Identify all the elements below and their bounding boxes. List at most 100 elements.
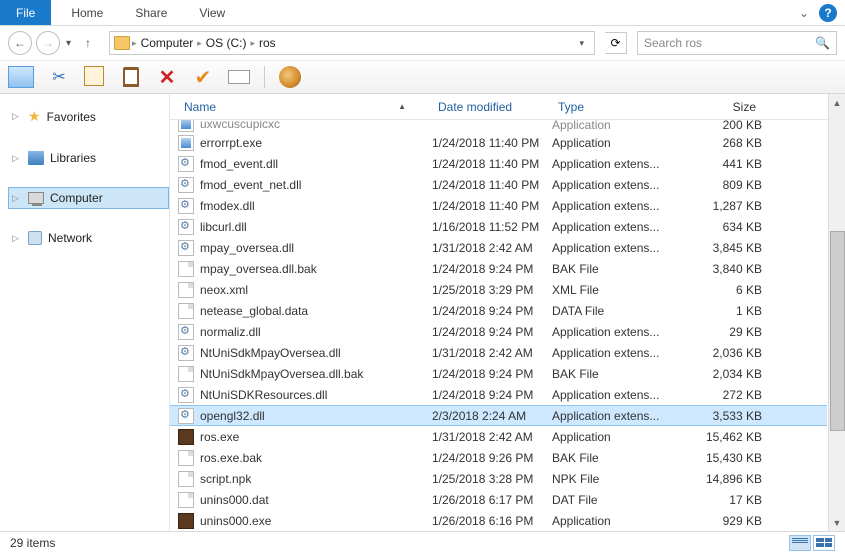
refresh-button[interactable]: ⟳ [605, 32, 627, 54]
file-date: 1/24/2018 11:40 PM [432, 178, 552, 192]
table-row[interactable]: unins000.exe 1/26/2018 6:16 PM Applicati… [170, 510, 827, 531]
table-row[interactable]: netease_global.data 1/24/2018 9:24 PM DA… [170, 300, 827, 321]
properties-button[interactable]: ✔ [192, 66, 214, 88]
file-name: opengl32.dll [200, 409, 265, 423]
img-icon [178, 513, 194, 529]
file-date: 1/24/2018 9:24 PM [432, 262, 552, 276]
history-dropdown-icon[interactable]: ▾ [64, 38, 73, 49]
file-date: 2/3/2018 2:24 AM [432, 409, 552, 423]
table-row[interactable]: uxwcuscupicxc Application 200 KB [170, 120, 827, 132]
help-icon[interactable]: ? [819, 4, 837, 22]
sort-asc-icon: ▲ [398, 102, 406, 111]
file-name: NtUniSdkMpayOversea.dll [200, 346, 341, 360]
file-size: 29 KB [672, 325, 762, 339]
expand-icon[interactable]: ▷ [12, 153, 22, 164]
back-button[interactable]: ← [8, 31, 32, 55]
table-row[interactable]: mpay_oversea.dll.bak 1/24/2018 9:24 PM B… [170, 258, 827, 279]
rename-button[interactable] [228, 70, 250, 84]
table-row[interactable]: fmod_event_net.dll 1/24/2018 11:40 PM Ap… [170, 174, 827, 195]
expand-icon[interactable]: ▷ [12, 233, 22, 244]
tab-home[interactable]: Home [55, 0, 119, 25]
table-row[interactable]: libcurl.dll 1/16/2018 11:52 PM Applicati… [170, 216, 827, 237]
col-name[interactable]: Name ▲ [178, 100, 432, 114]
address-dropdown-icon[interactable]: ▾ [579, 38, 584, 49]
tree-libraries[interactable]: ▷ Libraries [8, 147, 169, 169]
up-button[interactable]: ↑ [77, 32, 99, 54]
table-row[interactable]: normaliz.dll 1/24/2018 9:24 PM Applicati… [170, 321, 827, 342]
file-name: ros.exe [200, 430, 239, 444]
file-icon [178, 492, 194, 508]
table-row[interactable]: opengl32.dll 2/3/2018 2:24 AM Applicatio… [170, 405, 827, 426]
details-view-button[interactable] [789, 535, 811, 551]
breadcrumb-folder[interactable]: ros [257, 36, 278, 50]
file-date: 1/31/2018 2:42 AM [432, 430, 552, 444]
file-type: Application extens... [552, 325, 672, 339]
breadcrumb-computer[interactable]: Computer [139, 36, 196, 50]
table-row[interactable]: NtUniSdkMpayOversea.dll.bak 1/24/2018 9:… [170, 363, 827, 384]
table-row[interactable]: ros.exe.bak 1/24/2018 9:26 PM BAK File 1… [170, 447, 827, 468]
table-row[interactable]: script.npk 1/25/2018 3:28 PM NPK File 14… [170, 468, 827, 489]
cut-button[interactable]: ✂ [48, 66, 70, 88]
tree-favorites[interactable]: ▷ ★ Favorites [8, 104, 169, 129]
dll-icon [178, 324, 194, 340]
file-name: libcurl.dll [200, 220, 247, 234]
file-name: fmodex.dll [200, 199, 255, 213]
dll-icon [178, 156, 194, 172]
col-type[interactable]: Type [552, 100, 672, 114]
organize-button[interactable] [8, 66, 34, 88]
paste-button[interactable] [123, 67, 139, 87]
scroll-down-icon[interactable]: ▼ [829, 514, 845, 531]
table-row[interactable]: unins000.dat 1/26/2018 6:17 PM DAT File … [170, 489, 827, 510]
tree-network[interactable]: ▷ Network [8, 227, 169, 249]
file-date: 1/24/2018 9:24 PM [432, 325, 552, 339]
file-name: NtUniSDKResources.dll [200, 388, 327, 402]
tab-share[interactable]: Share [119, 0, 183, 25]
table-row[interactable]: neox.xml 1/25/2018 3:29 PM XML File 6 KB [170, 279, 827, 300]
vertical-scrollbar[interactable]: ▲ ▼ [828, 94, 845, 531]
forward-button[interactable]: → [36, 31, 60, 55]
table-row[interactable]: errorrpt.exe 1/24/2018 11:40 PM Applicat… [170, 132, 827, 153]
expand-icon[interactable]: ▷ [12, 193, 22, 204]
icons-view-button[interactable] [813, 535, 835, 551]
shell-button[interactable] [279, 66, 301, 88]
delete-button[interactable]: ✕ [156, 66, 178, 88]
expand-icon[interactable]: ▷ [12, 111, 22, 122]
scroll-up-icon[interactable]: ▲ [829, 94, 845, 111]
dll-icon [178, 345, 194, 361]
toolbar: ✂ ✕ ✔ [0, 60, 845, 94]
table-row[interactable]: ros.exe 1/31/2018 2:42 AM Application 15… [170, 426, 827, 447]
tab-file[interactable]: File [0, 0, 51, 25]
file-size: 2,034 KB [672, 367, 762, 381]
dll-icon [178, 177, 194, 193]
file-size: 809 KB [672, 178, 762, 192]
tree-label: Libraries [50, 151, 96, 165]
address-bar[interactable]: ▸ Computer ▸ OS (C:) ▸ ros ▾ [109, 31, 595, 55]
file-size: 200 KB [672, 120, 762, 132]
table-row[interactable]: mpay_oversea.dll 1/31/2018 2:42 AM Appli… [170, 237, 827, 258]
file-type: BAK File [552, 451, 672, 465]
copy-button[interactable] [86, 68, 104, 86]
file-size: 3,840 KB [672, 262, 762, 276]
breadcrumb-drive[interactable]: OS (C:) [204, 36, 249, 50]
scrollbar-thumb[interactable] [830, 231, 845, 431]
search-input[interactable]: Search ros 🔍 [637, 31, 837, 55]
col-date[interactable]: Date modified [432, 100, 552, 114]
tree-computer[interactable]: ▷ Computer [8, 187, 169, 209]
col-size[interactable]: Size [672, 100, 762, 114]
table-row[interactable]: fmodex.dll 1/24/2018 11:40 PM Applicatio… [170, 195, 827, 216]
file-size: 6 KB [672, 283, 762, 297]
file-type: DATA File [552, 304, 672, 318]
file-icon [178, 303, 194, 319]
table-row[interactable]: NtUniSDKResources.dll 1/24/2018 9:24 PM … [170, 384, 827, 405]
file-size: 3,845 KB [672, 241, 762, 255]
tree-label: Favorites [47, 110, 96, 124]
file-name: script.npk [200, 472, 251, 486]
table-row[interactable]: fmod_event.dll 1/24/2018 11:40 PM Applic… [170, 153, 827, 174]
file-name: uxwcuscupicxc [200, 120, 280, 131]
status-bar: 29 items [0, 531, 845, 553]
ribbon-expand-icon[interactable]: ⌄ [799, 6, 809, 25]
file-name: unins000.exe [200, 514, 271, 528]
item-count: 29 items [10, 536, 55, 550]
tab-view[interactable]: View [183, 0, 241, 25]
table-row[interactable]: NtUniSdkMpayOversea.dll 1/31/2018 2:42 A… [170, 342, 827, 363]
